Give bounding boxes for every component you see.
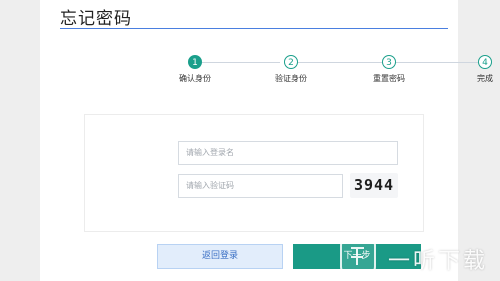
login-name-input[interactable]: 请输入登录名 [178, 141, 398, 165]
page-title: 忘记密码 [60, 9, 132, 29]
title-underline [60, 28, 448, 29]
captcha-input[interactable]: 请输入验证码 [178, 174, 343, 198]
step-connector [202, 62, 280, 63]
step-connector [298, 62, 382, 63]
watermark: 一听下载 [340, 238, 500, 281]
step-4-label: 完成 [477, 74, 493, 83]
step-3-label: 重置密码 [373, 74, 405, 83]
step-connector [396, 62, 478, 63]
watermark-logo-icon [340, 238, 376, 274]
step-2-circle: 2 [284, 55, 298, 69]
watermark-text: 一听下载 [388, 249, 489, 274]
step-4-circle: 4 [478, 55, 492, 69]
forgot-password-page: 忘记密码 1 2 3 4 确认身份 验证身份 重置密码 完成 请输入登录名 请输… [0, 0, 500, 281]
back-to-login-button[interactable]: 返回登录 [157, 244, 283, 269]
step-1-circle: 1 [188, 55, 202, 69]
step-1-label: 确认身份 [179, 74, 211, 83]
watermark-logo-glyph [351, 247, 364, 265]
step-3-circle: 3 [382, 55, 396, 69]
captcha-image[interactable]: 3944 [350, 173, 398, 198]
step-2-label: 验证身份 [275, 74, 307, 83]
